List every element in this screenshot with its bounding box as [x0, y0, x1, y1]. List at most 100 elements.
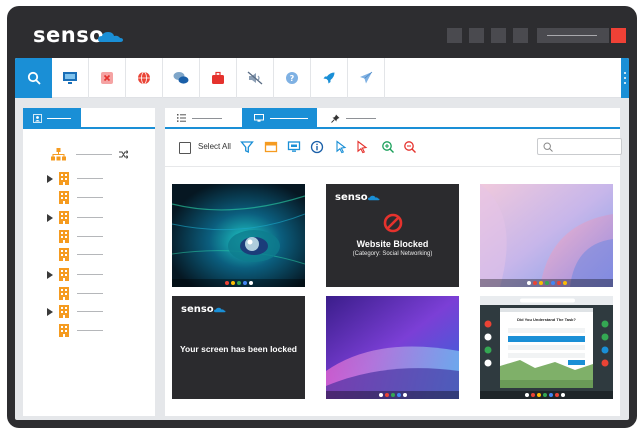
app-screen: ? Select All senso. Website Blocked (Cat… — [15, 58, 629, 420]
monitor-icon — [254, 114, 264, 122]
screen-thumbnail[interactable] — [480, 184, 613, 287]
rocket-icon — [323, 72, 335, 84]
app-window: senso. ? Select All senso. Website Block… — [7, 6, 637, 428]
rocket-button[interactable] — [311, 58, 348, 98]
svg-text:?: ? — [290, 74, 295, 83]
pin-icon — [331, 114, 340, 123]
window-button[interactable] — [513, 28, 528, 43]
close-app-icon — [101, 72, 113, 84]
tree-node[interactable] — [47, 172, 103, 185]
screen-thumbnail-locked[interactable]: senso. Your screen has been locked — [172, 296, 305, 399]
tree-node[interactable] — [47, 211, 103, 224]
hierarchy-icon — [51, 148, 66, 161]
select-all-checkbox[interactable] — [179, 142, 191, 154]
actions-bar: Select All — [165, 130, 622, 160]
tree-node[interactable] — [47, 248, 103, 261]
building-icon — [59, 191, 69, 204]
send-button[interactable] — [348, 58, 385, 98]
cloud-icon — [214, 307, 226, 313]
chat-icon — [173, 72, 189, 84]
expand-icon[interactable] — [47, 213, 53, 222]
window-title-field — [537, 28, 609, 43]
filter-icon[interactable] — [240, 140, 254, 154]
zoom-out-icon[interactable] — [403, 140, 417, 154]
screen-thumbnail[interactable] — [172, 184, 305, 287]
search-icon — [543, 142, 553, 152]
peacock-feather-wallpaper — [172, 184, 305, 287]
screen-share-icon[interactable] — [287, 140, 301, 154]
expand-icon[interactable] — [47, 270, 53, 279]
building-icon — [59, 268, 69, 281]
tab-underline — [23, 127, 155, 129]
more-menu-button[interactable] — [621, 58, 629, 98]
building-icon — [59, 248, 69, 261]
close-app-button[interactable] — [89, 58, 126, 98]
senso-logo: senso. — [335, 192, 372, 203]
monitor-icon — [63, 72, 77, 84]
mute-icon — [247, 71, 263, 85]
list-icon — [177, 114, 186, 122]
gradient-wallpaper — [326, 296, 459, 399]
quiz-screen: Did You Understand The Task? — [480, 296, 613, 399]
mute-button[interactable] — [237, 58, 274, 98]
window-button[interactable] — [491, 28, 506, 43]
building-icon — [59, 324, 69, 337]
tree-node[interactable] — [47, 230, 103, 243]
locked-title: Your screen has been locked — [180, 344, 297, 354]
window-button[interactable] — [469, 28, 484, 43]
tab-thumbnail-view[interactable] — [242, 108, 317, 128]
tree-root[interactable] — [51, 148, 66, 161]
tree-root-label — [76, 154, 112, 155]
close-button[interactable] — [611, 28, 626, 43]
select-all-label[interactable]: Select All — [198, 142, 231, 151]
senso-logo: senso. — [181, 304, 218, 315]
building-icon — [59, 172, 69, 185]
search-icon — [27, 71, 41, 85]
shuffle-icon[interactable] — [119, 150, 128, 159]
monitor-button[interactable] — [52, 58, 89, 98]
title-bar: senso. — [7, 6, 637, 58]
briefcase-icon — [212, 71, 224, 84]
expand-icon[interactable] — [47, 174, 53, 183]
window-icon[interactable] — [264, 140, 278, 154]
cursor-icon[interactable] — [334, 140, 348, 154]
building-icon — [59, 211, 69, 224]
tab-users[interactable] — [23, 108, 81, 128]
web-button[interactable] — [126, 58, 163, 98]
info-icon[interactable] — [310, 140, 324, 154]
window-button[interactable] — [447, 28, 462, 43]
tree-node[interactable] — [47, 305, 103, 318]
device-tree-panel — [23, 108, 155, 416]
screen-thumbnail[interactable] — [326, 296, 459, 399]
tab-pin-view[interactable] — [319, 108, 394, 128]
tab-list-view[interactable] — [165, 108, 240, 128]
tree-node[interactable] — [47, 191, 103, 204]
building-icon — [59, 230, 69, 243]
blocked-category: (Category: Social Networking) — [352, 251, 433, 257]
screen-thumbnail-quiz[interactable]: Did You Understand The Task? — [480, 296, 613, 399]
help-icon: ? — [286, 72, 298, 84]
expand-icon[interactable] — [47, 307, 53, 316]
cloud-icon — [98, 32, 123, 42]
abstract-wallpaper — [480, 184, 613, 287]
search-input[interactable] — [537, 138, 622, 155]
tree-node[interactable] — [47, 287, 103, 300]
divider — [165, 166, 620, 167]
help-button[interactable]: ? — [274, 58, 311, 98]
main-toolbar: ? — [15, 58, 629, 98]
search-button[interactable] — [15, 58, 52, 98]
zoom-in-icon[interactable] — [381, 140, 395, 154]
quiz-title: Did You Understand The Task? — [517, 317, 576, 322]
blocked-title: Website Blocked — [356, 239, 429, 249]
tree-node[interactable] — [47, 324, 103, 337]
building-icon — [59, 305, 69, 318]
globe-icon — [138, 71, 150, 85]
tree-node[interactable] — [47, 268, 103, 281]
building-icon — [59, 287, 69, 300]
blocked-icon — [383, 213, 403, 233]
tab-underline — [165, 127, 620, 129]
cursor-lock-icon[interactable] — [355, 140, 369, 154]
screen-thumbnail-blocked[interactable]: senso. Website Blocked (Category: Social… — [326, 184, 459, 287]
chat-button[interactable] — [163, 58, 200, 98]
briefcase-button[interactable] — [200, 58, 237, 98]
